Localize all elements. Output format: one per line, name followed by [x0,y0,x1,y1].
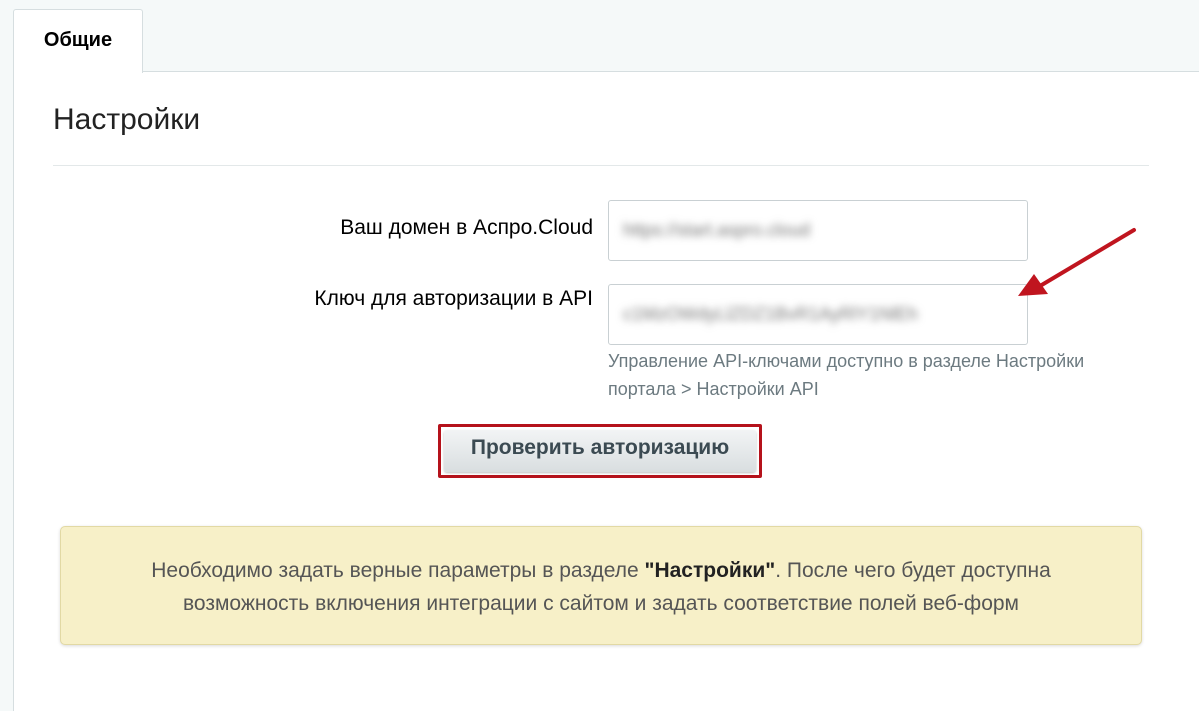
tab-general[interactable]: Общие [13,9,143,73]
api-key-hint: Управление API-ключами доступно в раздел… [608,351,1085,399]
tabs-bar: Общие [0,0,1199,73]
domain-label: Ваш домен в Аспро.Cloud [340,216,593,239]
api-key-input[interactable]: c1MzOWdyLlZDZ1BvR1AyRlY1NlEh [608,284,1028,345]
domain-value: https://start.aspro.cloud [623,220,811,240]
domain-input[interactable]: https://start.aspro.cloud [608,200,1028,261]
api-key-label: Ключ для авторизации в API [314,287,593,310]
notice-text-before: Необходимо задать верные параметры в раз… [151,559,645,582]
page-title: Настройки [53,103,201,136]
notice-box: Необходимо задать верные параметры в раз… [60,526,1142,645]
notice-emphasis: "Настройки" [644,559,776,582]
divider [53,165,1149,166]
api-key-value: c1MzOWdyLlZDZ1BvR1AyRlY1NlEh [623,304,918,324]
check-auth-button[interactable]: Проверить авторизацию [444,430,756,472]
red-arrow-icon [1018,228,1136,296]
